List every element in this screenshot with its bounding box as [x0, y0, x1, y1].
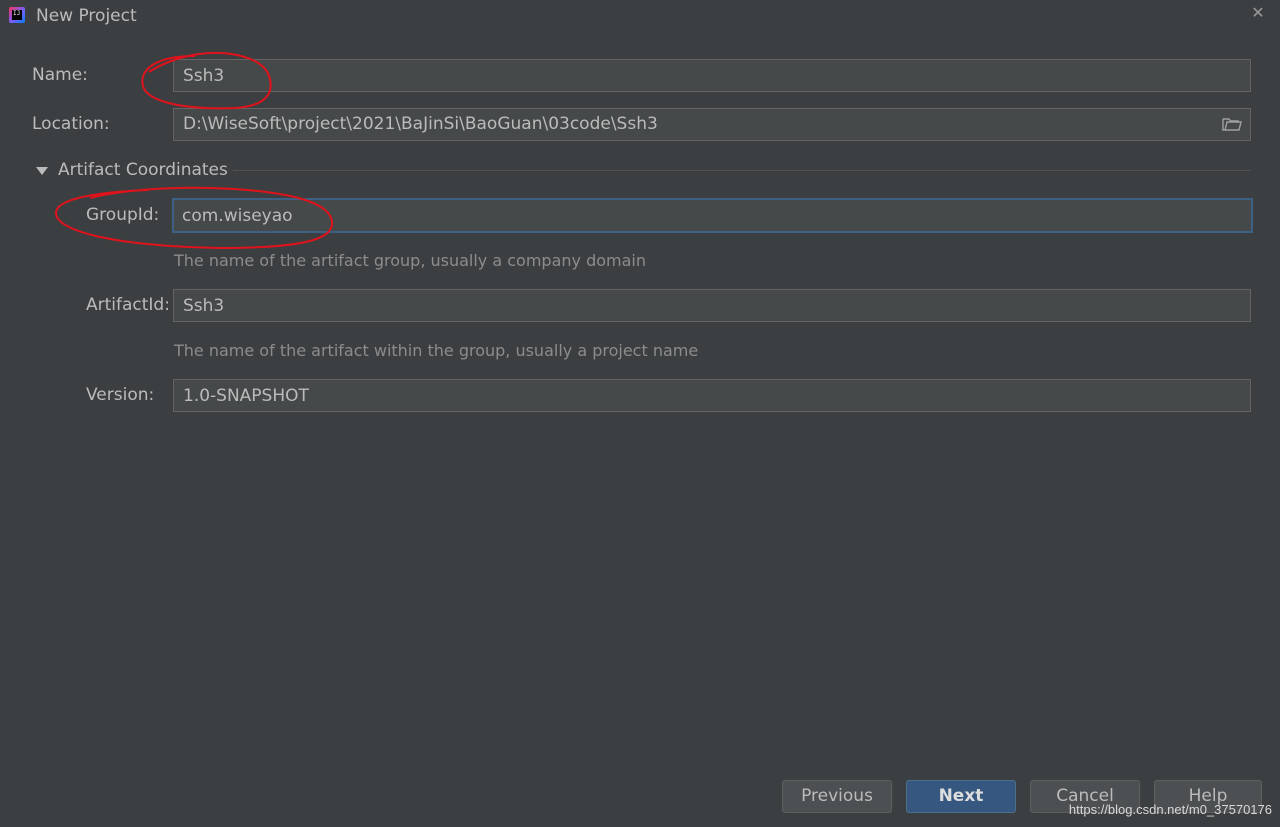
- version-label: Version:: [86, 385, 155, 405]
- expand-triangle-icon[interactable]: [36, 167, 48, 175]
- previous-button[interactable]: Previous: [782, 780, 892, 813]
- artifact-coordinates-title: Artifact Coordinates: [58, 160, 228, 180]
- groupid-hint: The name of the artifact group, usually …: [174, 251, 646, 270]
- next-button[interactable]: Next: [906, 780, 1016, 813]
- groupid-label: GroupId:: [86, 205, 160, 225]
- groupid-input[interactable]: [172, 198, 1253, 233]
- location-label: Location:: [32, 114, 110, 134]
- artifactid-label: ArtifactId:: [86, 295, 170, 315]
- window-title: New Project: [36, 6, 137, 26]
- title-bar: IJ New Project ✕: [0, 0, 1280, 34]
- location-value: D:\WiseSoft\project\2021\BaJinSi\BaoGuan…: [183, 114, 658, 134]
- folder-icon[interactable]: [1222, 116, 1242, 132]
- artifactid-input[interactable]: [173, 289, 1251, 322]
- section-divider: [233, 170, 1251, 171]
- name-input[interactable]: [173, 59, 1251, 92]
- new-project-dialog: IJ New Project ✕ Name: Location: D:\Wise…: [0, 0, 1280, 827]
- location-field[interactable]: D:\WiseSoft\project\2021\BaJinSi\BaoGuan…: [173, 108, 1251, 141]
- name-label: Name:: [32, 65, 88, 85]
- intellij-idea-icon: IJ: [9, 7, 25, 23]
- artifactid-hint: The name of the artifact within the grou…: [174, 341, 699, 360]
- watermark-url: https://blog.csdn.net/m0_37570176: [1068, 802, 1272, 817]
- version-input[interactable]: [173, 379, 1251, 412]
- close-icon[interactable]: ✕: [1250, 4, 1266, 22]
